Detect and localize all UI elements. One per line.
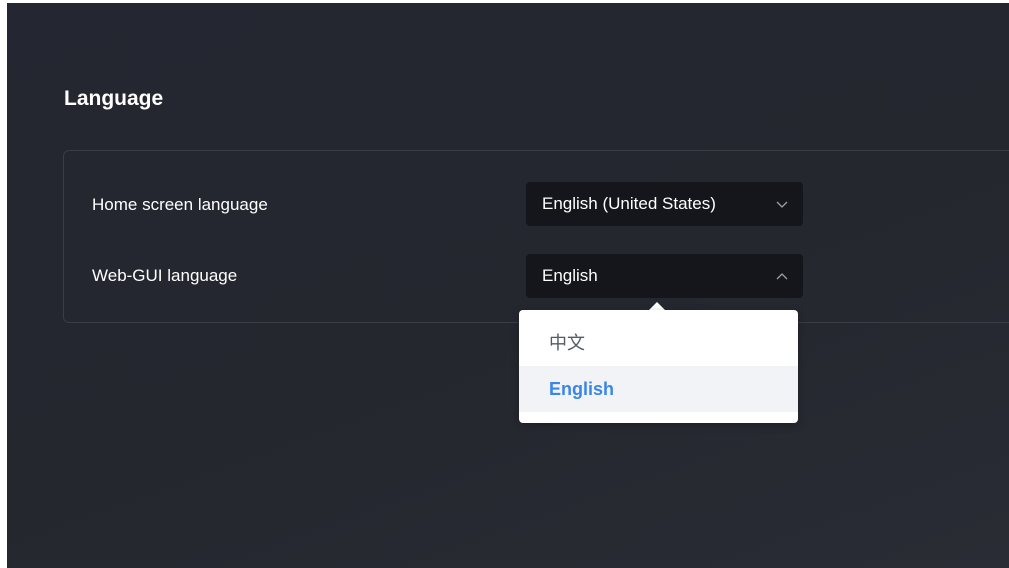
section-title: Language (64, 87, 164, 110)
chevron-up-icon (776, 273, 788, 280)
language-dropdown-menu: 中文 English (519, 310, 798, 423)
option-chinese[interactable]: 中文 (519, 320, 798, 366)
web-gui-language-value: English (542, 266, 598, 285)
home-screen-language-select[interactable]: English (United States) (526, 182, 803, 226)
dropdown-pointer (649, 302, 665, 310)
web-gui-language-label: Web-GUI language (92, 266, 238, 285)
language-settings-card: Home screen language English (United Sta… (63, 150, 1009, 323)
home-screen-language-label: Home screen language (92, 195, 268, 214)
chevron-down-icon (776, 201, 788, 208)
web-gui-language-select[interactable]: English (526, 254, 803, 298)
home-screen-language-value: English (United States) (542, 194, 716, 213)
settings-panel: Language Home screen language English (U… (7, 3, 1009, 568)
option-english[interactable]: English (519, 366, 798, 412)
